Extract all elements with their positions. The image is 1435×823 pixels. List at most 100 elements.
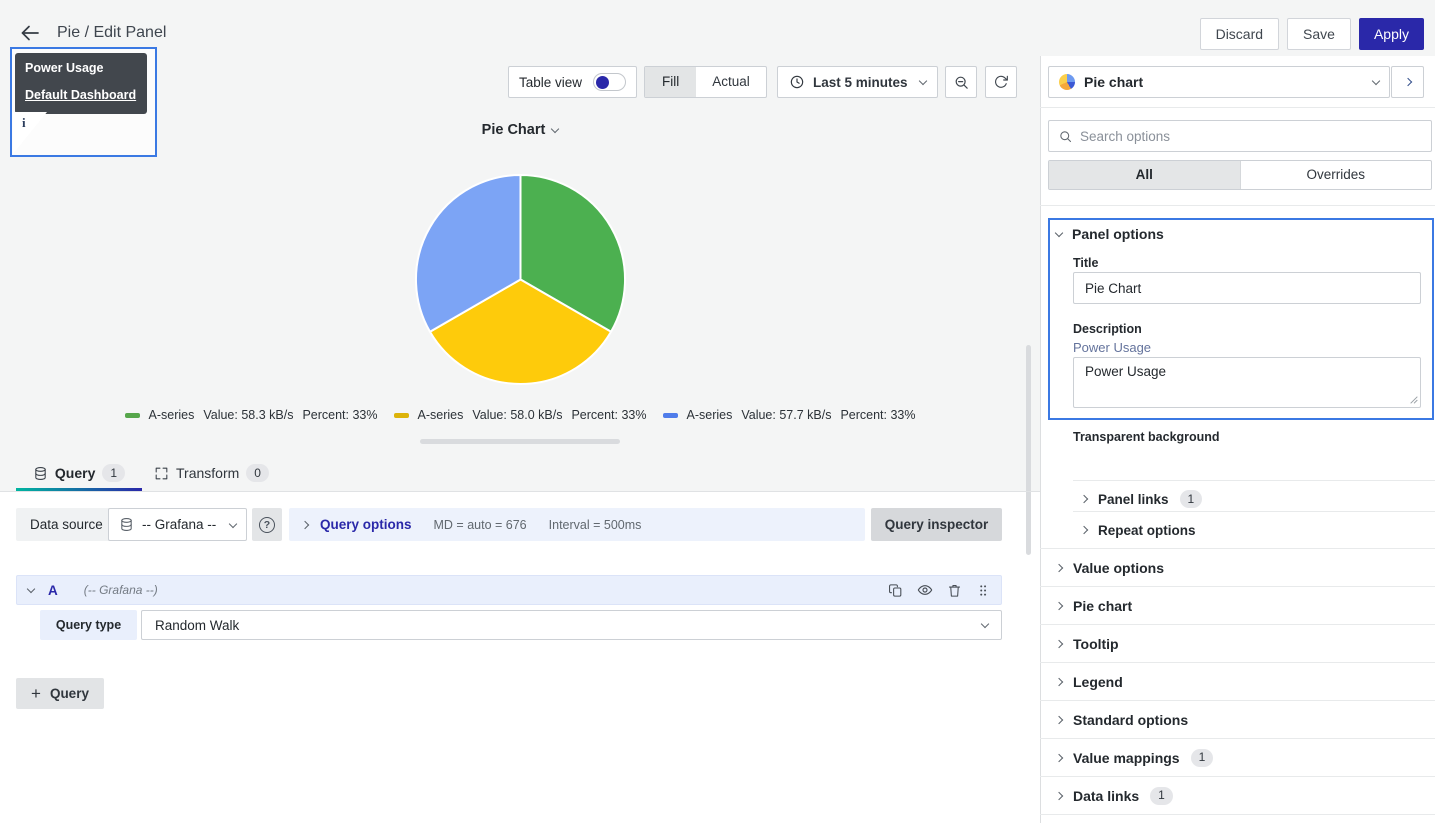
apply-button[interactable]: Apply xyxy=(1359,18,1424,50)
chevron-down-icon xyxy=(981,620,989,628)
actual-button[interactable]: Actual xyxy=(696,67,766,97)
section-standard-options[interactable]: Standard options xyxy=(1040,701,1435,739)
section-value-options[interactable]: Value options xyxy=(1040,549,1435,587)
query-row-header[interactable]: A (-- Grafana --) xyxy=(16,575,1002,605)
query-count-badge: 1 xyxy=(102,464,125,482)
options-search-box xyxy=(1048,120,1432,152)
chevron-right-icon xyxy=(1055,715,1063,723)
table-view-label: Table view xyxy=(519,75,582,90)
section-panel-links[interactable]: Panel links 1 xyxy=(1081,488,1202,510)
panel-description-tooltip: Power Usage Default Dashboard xyxy=(15,53,147,114)
zoom-out-button[interactable] xyxy=(945,66,977,98)
table-view-control: Table view xyxy=(508,66,637,98)
toggle-knob xyxy=(1057,449,1071,463)
legend-item[interactable]: A-series Value: 58.3 kB/s Percent: 33% xyxy=(125,408,378,422)
drag-handle-icon[interactable] xyxy=(976,583,990,598)
save-button[interactable]: Save xyxy=(1287,18,1351,50)
section-label: Data links xyxy=(1073,788,1139,804)
pie-chart[interactable] xyxy=(411,170,630,389)
refresh-icon xyxy=(993,74,1009,90)
section-legend[interactable]: Legend xyxy=(1040,663,1435,701)
hide-query-eye-icon[interactable] xyxy=(917,582,933,598)
query-type-select[interactable]: Random Walk xyxy=(141,610,1002,640)
datasource-select[interactable]: -- Grafana -- xyxy=(108,508,247,541)
tab-all[interactable]: All xyxy=(1049,161,1240,189)
tab-overrides[interactable]: Overrides xyxy=(1240,161,1432,189)
collapse-options-pane-button[interactable] xyxy=(1391,66,1424,98)
grafana-edit-panel-screen: Pie / Edit Panel Discard Save Apply Powe… xyxy=(0,0,1435,823)
subsection-divider xyxy=(1073,511,1435,512)
chevron-down-icon xyxy=(27,585,35,593)
chevron-right-icon xyxy=(1055,677,1063,685)
viz-picker-value: Pie chart xyxy=(1084,74,1364,90)
section-pie-chart[interactable]: Pie chart xyxy=(1040,587,1435,625)
section-label: Pie chart xyxy=(1073,598,1132,614)
viz-panel-header[interactable]: Pie Chart xyxy=(0,122,1040,138)
panel-options-title: Panel options xyxy=(1072,226,1164,242)
search-options-input[interactable] xyxy=(1080,129,1422,144)
section-repeat-options[interactable]: Repeat options xyxy=(1081,519,1196,541)
legend-item[interactable]: A-series Value: 58.0 kB/s Percent: 33% xyxy=(394,408,647,422)
viz-picker-select[interactable]: Pie chart xyxy=(1048,66,1390,98)
query-ref-id: A xyxy=(48,583,58,598)
subsection-divider xyxy=(1073,480,1435,481)
sidebar-divider xyxy=(1040,107,1435,108)
discard-button[interactable]: Discard xyxy=(1200,18,1279,50)
query-options-label: Query options xyxy=(320,517,412,532)
duplicate-query-icon[interactable] xyxy=(888,583,903,598)
zoom-out-icon xyxy=(953,74,970,91)
panel-links-count-badge: 1 xyxy=(1180,490,1203,508)
chevron-down-icon xyxy=(551,125,559,133)
datasource-help-button[interactable]: ? xyxy=(252,508,282,541)
fill-button[interactable]: Fill xyxy=(645,67,696,97)
time-range-label: Last 5 minutes xyxy=(813,75,908,90)
query-options-bar[interactable]: Query options MD = auto = 676 Interval =… xyxy=(289,508,865,541)
legend-swatch xyxy=(125,413,140,418)
panel-title-input[interactable] xyxy=(1073,272,1421,304)
query-inspector-button[interactable]: Query inspector xyxy=(871,508,1002,541)
back-button[interactable] xyxy=(18,20,44,46)
section-label: Value options xyxy=(1073,560,1164,576)
section-label: Panel links xyxy=(1098,492,1169,507)
tab-transform-label: Transform xyxy=(176,465,239,481)
legend-value: Value: 57.7 kB/s xyxy=(741,408,831,422)
tab-transform[interactable]: Transform 0 xyxy=(150,455,273,491)
panel-options-header[interactable]: Panel options xyxy=(1056,226,1164,242)
section-value-mappings[interactable]: Value mappings 1 xyxy=(1040,739,1435,777)
chevron-right-icon xyxy=(301,520,309,528)
section-tooltip[interactable]: Tooltip xyxy=(1040,625,1435,663)
chevron-right-icon xyxy=(1403,78,1411,86)
tab-query[interactable]: Query 1 xyxy=(16,455,142,491)
database-icon xyxy=(33,466,48,481)
database-icon xyxy=(119,517,134,532)
table-view-toggle[interactable] xyxy=(593,73,626,91)
legend-item[interactable]: A-series Value: 57.7 kB/s Percent: 33% xyxy=(663,408,916,422)
legend-swatch xyxy=(663,413,678,418)
section-label: Tooltip xyxy=(1073,636,1119,652)
fill-actual-segmented: Fill Actual xyxy=(644,66,767,98)
section-data-links[interactable]: Data links 1 xyxy=(1040,777,1435,815)
tab-query-label: Query xyxy=(55,465,95,481)
legend-percent: Percent: 33% xyxy=(840,408,915,422)
chevron-down-icon xyxy=(1055,229,1063,237)
refresh-button[interactable] xyxy=(985,66,1017,98)
time-range-picker[interactable]: Last 5 minutes xyxy=(777,66,938,98)
panel-description-textarea[interactable]: Power Usage xyxy=(1073,357,1421,408)
chevron-right-icon xyxy=(1055,791,1063,799)
chevron-down-icon xyxy=(918,77,926,85)
legend-percent: Percent: 33% xyxy=(571,408,646,422)
tooltip-description-text: Power Usage xyxy=(25,61,137,75)
vertical-scrollbar[interactable] xyxy=(1026,345,1031,555)
section-label: Standard options xyxy=(1073,712,1188,728)
header-actions: Discard Save Apply xyxy=(1200,18,1424,50)
active-tab-underline xyxy=(16,488,142,491)
add-query-label: Query xyxy=(50,686,89,701)
value-mappings-count-badge: 1 xyxy=(1191,749,1214,767)
add-query-button[interactable]: + Query xyxy=(16,678,104,709)
textarea-resize-handle[interactable] xyxy=(1409,395,1419,405)
query-datasource-hint: (-- Grafana --) xyxy=(84,583,158,597)
horizontal-scrollbar[interactable] xyxy=(420,439,620,444)
clock-icon xyxy=(789,74,805,90)
delete-query-trash-icon[interactable] xyxy=(947,583,962,598)
dashboard-link[interactable]: Default Dashboard xyxy=(25,88,137,102)
